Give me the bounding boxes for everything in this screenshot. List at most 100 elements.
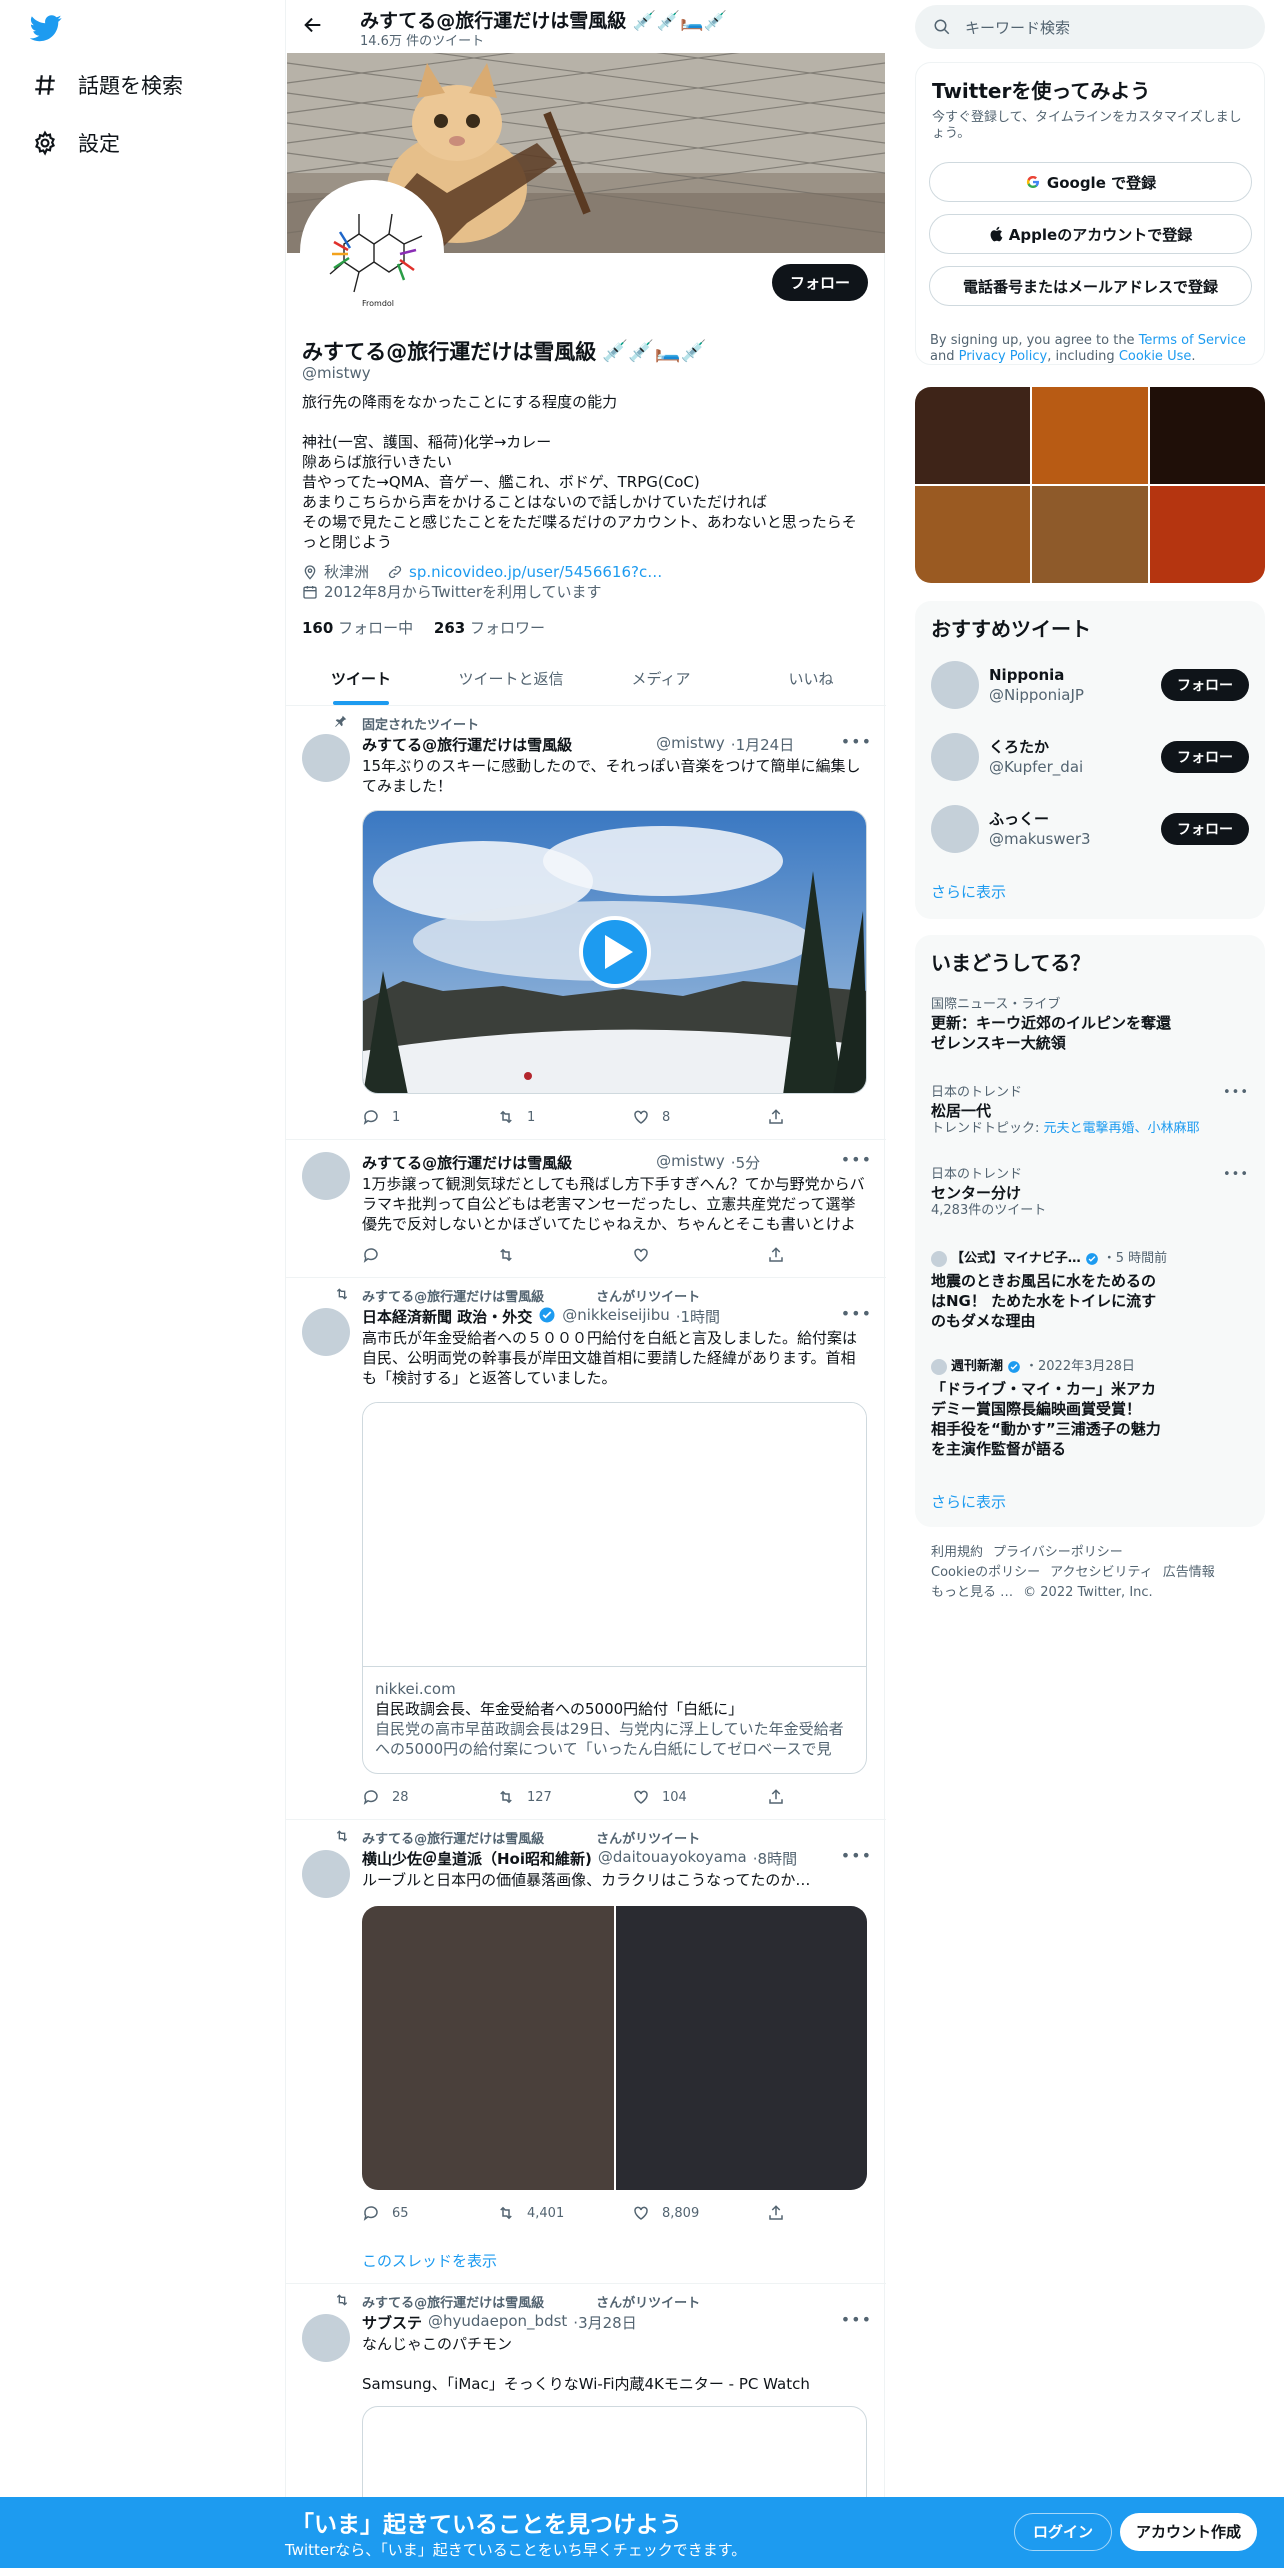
- search-input[interactable]: キーワード検索: [965, 17, 1070, 38]
- nav-settings[interactable]: 設定: [32, 128, 120, 158]
- twitter-logo-icon[interactable]: [30, 12, 62, 44]
- tweet-image[interactable]: [362, 1906, 616, 2190]
- tweet[interactable]: 固定されたツイート みすてる@旅行運だけは雪風級 @mistwy ·1月24日 …: [286, 706, 886, 1140]
- search-box[interactable]: キーワード検索: [915, 5, 1265, 49]
- retweet-button[interactable]: 4,401: [497, 2204, 597, 2222]
- share-button[interactable]: [767, 1108, 787, 1126]
- login-button[interactable]: ログイン: [1014, 2513, 1113, 2551]
- tweet-author-name[interactable]: 日本経済新聞 政治・外交: [362, 1306, 532, 1327]
- more-options-icon[interactable]: •••: [1223, 1167, 1249, 1183]
- tweet[interactable]: みすてる@旅行運だけは雪風級 さんがリツイート 日本経済新聞 政治・外交 @ni…: [286, 1278, 886, 1820]
- followers-link[interactable]: 263 フォロワー: [434, 619, 545, 637]
- like-button[interactable]: [632, 1246, 732, 1264]
- tab-media[interactable]: メディア: [586, 653, 736, 705]
- like-button[interactable]: 8: [632, 1108, 732, 1126]
- phone-signup-button[interactable]: 電話番号またはメールアドレスで登録: [929, 266, 1252, 306]
- more-options-icon[interactable]: •••: [841, 2310, 872, 2329]
- retweet-button[interactable]: 127: [497, 1788, 597, 1806]
- terms-link[interactable]: Terms of Service: [1139, 333, 1246, 348]
- media-thumbnail[interactable]: [915, 486, 1031, 583]
- trend-item[interactable]: 国際ニュース・ライブ 更新：キーウ近郊のイルピンを奪還 ゼレンスキー大統領: [931, 997, 1249, 1053]
- google-signup-button[interactable]: Google で登録: [929, 162, 1252, 202]
- back-arrow-icon[interactable]: [302, 14, 324, 36]
- tweet-author-handle[interactable]: @mistwy: [656, 734, 725, 755]
- apple-signup-button[interactable]: Appleのアカウントで登録: [929, 214, 1252, 254]
- tweet[interactable]: みすてる@旅行運だけは雪風級 さんがリツイート 横山少佐＠皇道派（Hoi昭和維新…: [286, 1820, 886, 2284]
- trend-item[interactable]: 日本のトレンド ••• 松居一代 トレンドトピック: 元夫と電撃再婚、小林麻耶: [931, 1085, 1249, 1137]
- tweet-time[interactable]: ·1月24日: [731, 734, 794, 755]
- more-options-icon[interactable]: •••: [841, 1150, 872, 1169]
- who-to-follow-item[interactable]: くろたか @Kupfer_dai フォロー: [931, 733, 1249, 781]
- news-item[interactable]: 週刊新潮 ・2022年3月28日 「ドライブ・マイ・カー」米アカデミー賞国際長編映…: [931, 1359, 1249, 1459]
- share-button[interactable]: [767, 1788, 787, 1806]
- tab-likes[interactable]: いいね: [736, 653, 886, 705]
- footer-link[interactable]: 広告情報: [1163, 1565, 1215, 1580]
- avatar[interactable]: [931, 733, 979, 781]
- tweet-author-name[interactable]: 横山少佐＠皇道派（Hoi昭和維新): [362, 1848, 592, 1869]
- trend-topic-link[interactable]: 元夫と電撃再婚、小林麻耶: [1044, 1121, 1200, 1136]
- tweet-author-handle[interactable]: @mistwy: [656, 1152, 725, 1173]
- tweet-time[interactable]: ·8時間: [753, 1848, 797, 1869]
- show-more-link[interactable]: さらに表示: [931, 1491, 1006, 1512]
- nav-explore[interactable]: 話題を検索: [32, 70, 183, 100]
- privacy-link[interactable]: Privacy Policy: [959, 349, 1048, 364]
- tweet-images[interactable]: [362, 1906, 867, 2190]
- more-options-icon[interactable]: •••: [841, 732, 872, 751]
- tweet-image[interactable]: [615, 1906, 867, 2190]
- profile-avatar[interactable]: Fromdol: [300, 180, 444, 324]
- like-button[interactable]: 104: [632, 1788, 732, 1806]
- tweet-time[interactable]: ·3月28日: [573, 2312, 636, 2333]
- retweet-button[interactable]: [497, 1246, 597, 1264]
- media-thumbnail[interactable]: [1032, 387, 1148, 484]
- footer-link[interactable]: 利用規約: [931, 1545, 983, 1560]
- show-thread-link[interactable]: このスレッドを表示: [362, 2250, 497, 2271]
- cookie-link[interactable]: Cookie Use: [1119, 349, 1192, 364]
- tweet[interactable]: みすてる@旅行運だけは雪風級 @mistwy ·5分 ••• 1万歩譲って観測気…: [286, 1140, 886, 1278]
- retweet-button[interactable]: 1: [497, 1108, 597, 1126]
- tweet-video[interactable]: [362, 810, 867, 1094]
- tweet-time[interactable]: ·5分: [731, 1152, 760, 1173]
- trend-item[interactable]: 日本のトレンド ••• センター分け 4,283件のツイート: [931, 1167, 1249, 1219]
- profile-link[interactable]: sp.nicovideo.jp/user/5456616?c…: [409, 562, 662, 582]
- footer-link[interactable]: アクセシビリティ: [1050, 1565, 1153, 1580]
- follow-button[interactable]: フォロー: [771, 264, 868, 301]
- avatar[interactable]: [302, 1152, 350, 1200]
- tweet-author-name[interactable]: サブステ: [362, 2312, 422, 2333]
- media-thumbnail[interactable]: [1032, 486, 1148, 583]
- media-thumbnail[interactable]: [915, 387, 1031, 484]
- avatar[interactable]: [302, 1308, 350, 1356]
- avatar[interactable]: [302, 734, 350, 782]
- footer-link[interactable]: プライバシーポリシー: [993, 1545, 1123, 1560]
- tweet-author-name[interactable]: みすてる@旅行運だけは雪風級: [362, 1152, 572, 1173]
- following-link[interactable]: 160 フォロー中: [302, 619, 413, 637]
- tweet-author-handle[interactable]: @daitouayokoyama: [598, 1848, 747, 1869]
- share-button[interactable]: [767, 1246, 787, 1264]
- like-button[interactable]: 8,809: [632, 2204, 732, 2222]
- avatar[interactable]: [931, 661, 979, 709]
- signup-button[interactable]: アカウント作成: [1120, 2513, 1258, 2551]
- footer-link[interactable]: Cookieのポリシー: [931, 1565, 1040, 1580]
- avatar[interactable]: [302, 2314, 350, 2362]
- more-options-icon[interactable]: •••: [1223, 1085, 1249, 1101]
- who-to-follow-item[interactable]: Nipponia @NipponiaJP フォロー: [931, 661, 1249, 709]
- footer-link[interactable]: もっと見る …: [931, 1585, 1013, 1600]
- tab-tweets-replies[interactable]: ツイートと返信: [436, 653, 586, 705]
- avatar[interactable]: [931, 805, 979, 853]
- media-thumbnail[interactable]: [1149, 387, 1265, 484]
- news-item[interactable]: 【公式】マイナビ子… ・5 時間前 地震のときお風呂に水をためるのはNG！ ためた…: [931, 1251, 1249, 1331]
- tweet-author-handle[interactable]: @nikkeiseijibu: [562, 1306, 669, 1327]
- reply-button[interactable]: 1: [362, 1108, 462, 1126]
- tab-tweets[interactable]: ツイート: [286, 653, 436, 705]
- tweet-time[interactable]: ·1時間: [676, 1306, 720, 1327]
- reply-button[interactable]: [362, 1246, 462, 1264]
- tweet-author-handle[interactable]: @hyudaepon_bdst: [428, 2312, 567, 2333]
- more-options-icon[interactable]: •••: [841, 1846, 872, 1865]
- link-card[interactable]: nikkei.com 自民政調会長、年金受給者への5000円給付「白紙に」 自民…: [362, 1402, 867, 1774]
- avatar[interactable]: [302, 1850, 350, 1898]
- who-to-follow-item[interactable]: ふっくー @makuswer3 フォロー: [931, 805, 1249, 853]
- follow-button[interactable]: フォロー: [1161, 813, 1249, 845]
- reply-button[interactable]: 65: [362, 2204, 462, 2222]
- show-more-link[interactable]: さらに表示: [931, 881, 1006, 902]
- more-options-icon[interactable]: •••: [841, 1304, 872, 1323]
- follow-button[interactable]: フォロー: [1161, 669, 1249, 701]
